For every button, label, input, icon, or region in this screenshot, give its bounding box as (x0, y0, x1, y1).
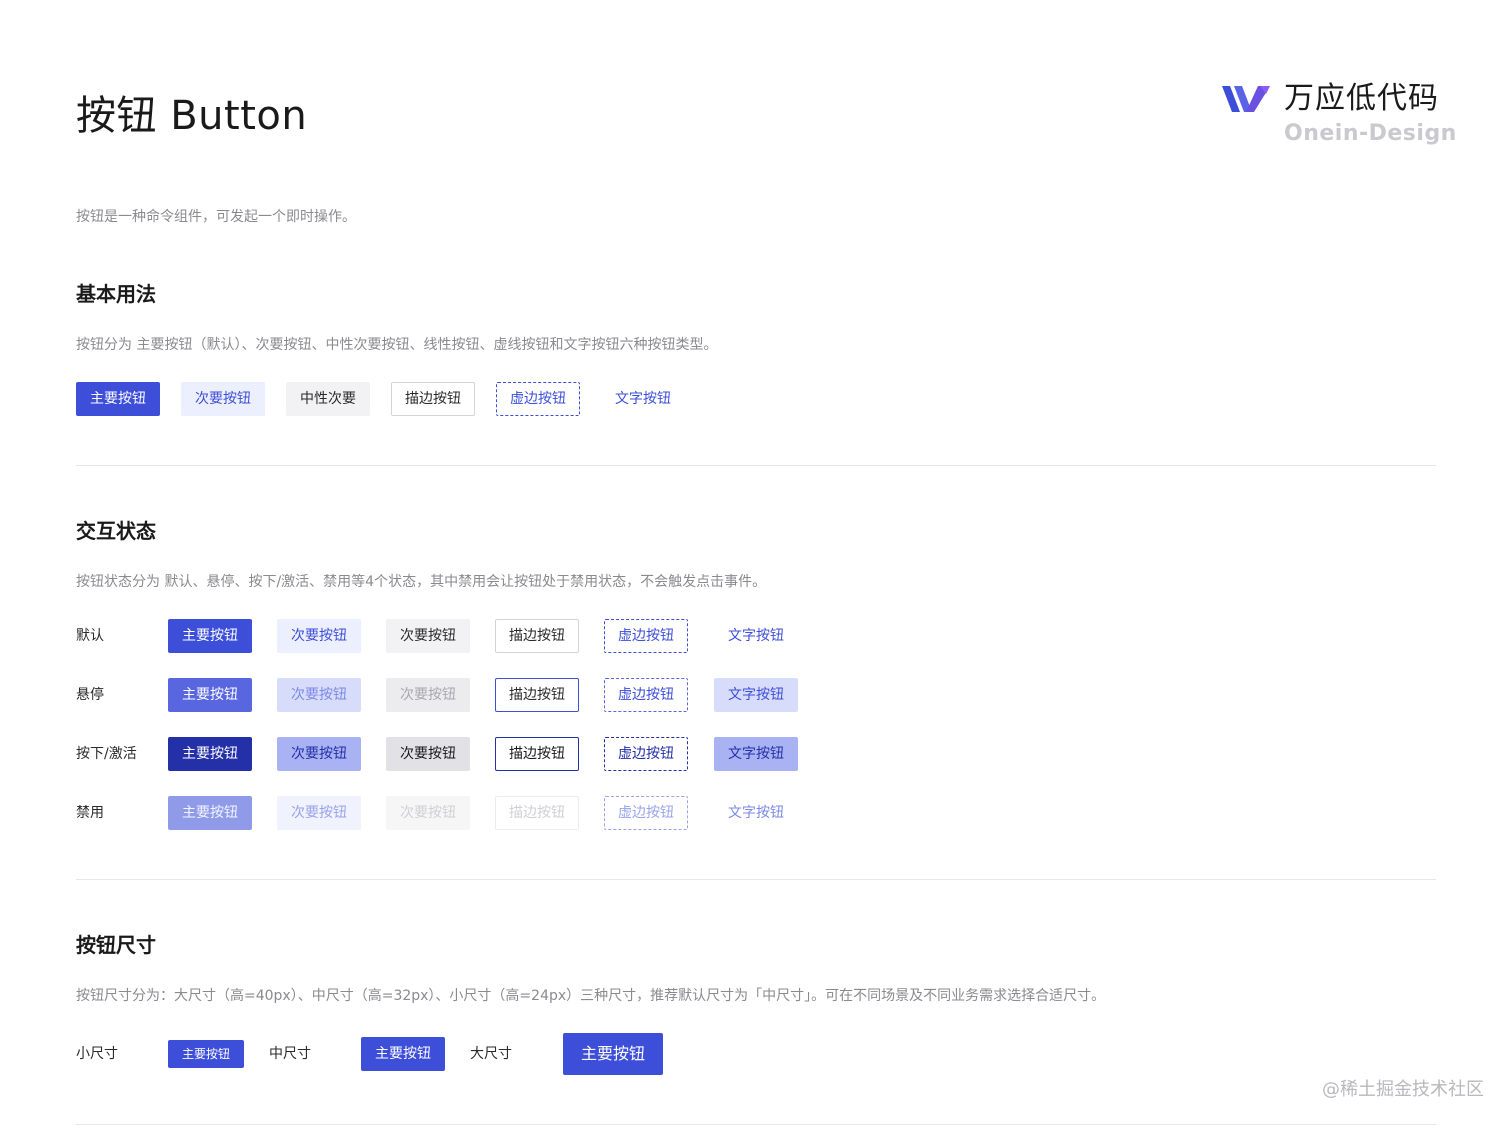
text-button[interactable]: 文字按钮 (601, 382, 685, 416)
onein-logo-icon (1222, 86, 1270, 112)
outline-button-default[interactable]: 描边按钮 (495, 619, 579, 653)
section-desc-sizes: 按钮尺寸分为：大尺寸（高=40px）、中尺寸（高=32px）、小尺寸（高=24p… (76, 988, 1106, 1004)
state-label-disabled: 禁用 (76, 805, 104, 821)
divider (76, 1124, 1436, 1125)
text-button-hover[interactable]: 文字按钮 (714, 678, 798, 712)
dashed-button-default[interactable]: 虚边按钮 (604, 619, 688, 653)
section-title-sizes: 按钮尺寸 (76, 933, 156, 957)
outline-button-disabled[interactable]: 描边按钮 (495, 796, 579, 830)
outline-button-active[interactable]: 描边按钮 (495, 737, 579, 771)
outline-button[interactable]: 描边按钮 (391, 382, 475, 416)
section-title-basic: 基本用法 (76, 282, 156, 306)
primary-button[interactable]: 主要按钮 (76, 382, 160, 416)
neutral-button-disabled[interactable]: 次要按钮 (386, 796, 470, 830)
primary-button-disabled[interactable]: 主要按钮 (168, 796, 252, 830)
secondary-button[interactable]: 次要按钮 (181, 382, 265, 416)
primary-button-default[interactable]: 主要按钮 (168, 619, 252, 653)
secondary-button-hover[interactable]: 次要按钮 (277, 678, 361, 712)
size-label-large: 大尺寸 (470, 1046, 512, 1062)
text-button-disabled[interactable]: 文字按钮 (714, 796, 798, 830)
divider (76, 465, 1436, 466)
dashed-button-active[interactable]: 虚边按钮 (604, 737, 688, 771)
text-button-active[interactable]: 文字按钮 (714, 737, 798, 771)
neutral-button-active[interactable]: 次要按钮 (386, 737, 470, 771)
primary-button-small[interactable]: 主要按钮 (168, 1040, 244, 1068)
divider (76, 879, 1436, 880)
primary-button-hover[interactable]: 主要按钮 (168, 678, 252, 712)
primary-button-large[interactable]: 主要按钮 (563, 1033, 663, 1075)
logo-en-text: Onein-Design (1284, 121, 1457, 146)
primary-button-medium[interactable]: 主要按钮 (361, 1037, 445, 1071)
text-button-default[interactable]: 文字按钮 (714, 619, 798, 653)
section-title-states: 交互状态 (76, 519, 156, 543)
section-desc-states: 按钮状态分为 默认、悬停、按下/激活、禁用等4个状态，其中禁用会让按钮处于禁用状… (76, 574, 767, 590)
secondary-button-disabled[interactable]: 次要按钮 (277, 796, 361, 830)
neutral-button-hover[interactable]: 次要按钮 (386, 678, 470, 712)
primary-button-active[interactable]: 主要按钮 (168, 737, 252, 771)
watermark: @稀土掘金技术社区 (1322, 1079, 1484, 1100)
size-label-small: 小尺寸 (76, 1046, 118, 1062)
dashed-button[interactable]: 虚边按钮 (496, 382, 580, 416)
size-label-medium: 中尺寸 (269, 1046, 311, 1062)
dashed-button-disabled[interactable]: 虚边按钮 (604, 796, 688, 830)
brand-logo: 万应低代码 Onein-Design (1220, 80, 1456, 152)
outline-button-hover[interactable]: 描边按钮 (495, 678, 579, 712)
logo-cn-text: 万应低代码 (1284, 81, 1439, 116)
section-desc-basic: 按钮分为 主要按钮（默认）、次要按钮、中性次要按钮、线性按钮、虚线按钮和文字按钮… (76, 337, 718, 353)
state-label-active: 按下/激活 (76, 746, 137, 762)
secondary-button-active[interactable]: 次要按钮 (277, 737, 361, 771)
state-label-default: 默认 (76, 628, 104, 644)
state-label-hover: 悬停 (76, 687, 104, 703)
page-title: 按钮 Button (76, 93, 308, 139)
dashed-button-hover[interactable]: 虚边按钮 (604, 678, 688, 712)
secondary-button-default[interactable]: 次要按钮 (277, 619, 361, 653)
neutral-button[interactable]: 中性次要 (286, 382, 370, 416)
intro-text: 按钮是一种命令组件，可发起一个即时操作。 (76, 209, 356, 225)
neutral-button-default[interactable]: 次要按钮 (386, 619, 470, 653)
